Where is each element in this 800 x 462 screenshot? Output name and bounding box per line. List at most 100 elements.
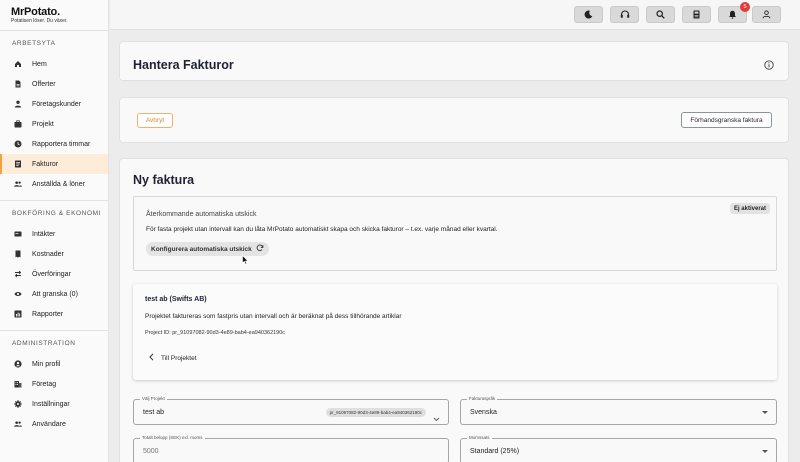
sidebar-item-intakter[interactable]: Intäkter (0, 224, 108, 244)
field-label: Välj Projekt (140, 396, 167, 401)
section-title: Ny faktura (133, 173, 195, 187)
configure-label: Konfigurera automatiska utskick (151, 245, 252, 253)
sidebar-item-label: Rapporter (32, 310, 64, 318)
sidebar-item-label: Överföringar (32, 270, 71, 278)
sidebar-item-label: Att granska (0) (32, 290, 78, 298)
project-id: Project ID: pr_91097082-90d3-4e89-bab4-e… (145, 330, 286, 336)
document-icon (14, 80, 22, 88)
section-title-arbetsyta: ARBETSYTA (12, 40, 56, 47)
sidebar-item-anstallda-loner[interactable]: Anställda & löner (0, 174, 108, 194)
dropdown-caret-icon (762, 450, 768, 453)
field-label: Momssats (467, 435, 492, 440)
chevron-down-icon[interactable] (433, 409, 440, 427)
sidebar-item-label: Fakturor (32, 160, 59, 168)
status-badge: Ej aktiverat (729, 203, 770, 214)
logo[interactable]: MrPotato. Potatisen löser. Du växer. (0, 0, 108, 31)
page-title: Hantera Fakturor (133, 58, 234, 72)
recurring-dispatch-box: Återkommande automatiska utskick För fas… (133, 196, 777, 271)
field-value: test ab (143, 409, 165, 416)
cash-register-button[interactable] (682, 6, 711, 23)
sidebar-item-foretag[interactable]: Företag (0, 374, 108, 394)
notifications-button[interactable]: 5 (718, 2, 750, 24)
sidebar-item-foretagskunder[interactable]: Företagskunder (0, 94, 108, 114)
field-label: Fakturaspråk (467, 396, 498, 401)
moon-icon (584, 6, 593, 24)
sidebar-item-overforingar[interactable]: Överföringar (0, 264, 108, 284)
sidebar-item-rapportera-timmar[interactable]: Rapportera timmar (0, 134, 108, 154)
dropdown-caret-icon (762, 411, 768, 414)
sidebar-item-projekt[interactable]: Projekt (0, 114, 108, 134)
eye-icon (14, 290, 22, 298)
sidebar-item-rapporter[interactable]: Rapporter (0, 304, 108, 324)
receipt-icon (14, 250, 22, 258)
sidebar-item-label: Anställda & löner (32, 180, 85, 188)
search-button[interactable] (646, 6, 675, 23)
project-name: test ab (Swifts AB) (145, 296, 207, 303)
bell-icon (728, 6, 737, 24)
sidebar-item-label: Inställningar (32, 400, 70, 408)
go-to-project-link[interactable]: Till Projektet (149, 353, 197, 363)
account-button[interactable] (752, 6, 781, 23)
support-button[interactable] (610, 6, 639, 23)
invoice-icon (14, 160, 22, 168)
project-select[interactable]: Välj Projekt test ab pr_91097082-90d3-4e… (133, 396, 449, 427)
field-value: Svenska (470, 409, 497, 416)
sidebar-item-min-profil[interactable]: Min profil (0, 354, 108, 374)
sidebar-item-fakturor[interactable]: Fakturor (0, 154, 108, 174)
logo-tagline: Potatisen löser. Du växer. (11, 18, 68, 24)
sidebar-item-hem[interactable]: Hem (0, 54, 108, 74)
sidebar: MrPotato. Potatisen löser. Du växer. ARB… (0, 0, 109, 462)
sidebar-item-installningar[interactable]: Inställningar (0, 394, 108, 414)
sidebar-item-att-granska[interactable]: Att granska (0) (0, 284, 108, 304)
register-icon (692, 6, 701, 24)
sidebar-item-anvandare[interactable]: Användare (0, 414, 108, 434)
building-icon (14, 380, 22, 388)
sidebar-item-label: Företag (32, 380, 57, 388)
sidebar-item-label: Offerter (32, 80, 56, 88)
field-label: Totalt belopp (SEK) exl. moms (140, 435, 205, 440)
user-icon (762, 6, 771, 24)
clock-icon (14, 140, 22, 148)
income-icon (14, 230, 22, 238)
sidebar-item-label: Företagskunder (32, 100, 82, 108)
refresh-icon (256, 244, 264, 254)
actions-card: Avbryt Förhandsgranska faktura (119, 97, 789, 143)
project-description: Projektet faktureras som fastpris utan i… (145, 313, 402, 320)
briefcase-icon (14, 120, 22, 128)
section-title-bokforing: BOKFÖRING & EKONOMI (12, 210, 102, 217)
configure-auto-dispatch-button[interactable]: Konfigurera automatiska utskick (146, 242, 269, 256)
chevron-left-icon (149, 353, 154, 363)
section-title-administration: ADMINISTRATION (12, 340, 76, 347)
dark-mode-button[interactable] (574, 6, 603, 23)
recurring-description: För fasta projekt utan intervall kan du … (146, 226, 498, 233)
mouse-cursor-icon (242, 252, 249, 270)
sidebar-item-kostnader[interactable]: Kostnader (0, 244, 108, 264)
page-header-card: Hantera Fakturor (119, 41, 789, 81)
chart-icon (14, 310, 22, 318)
sidebar-item-label: Hem (32, 60, 47, 68)
info-icon[interactable] (764, 57, 774, 75)
sidebar-item-label: Projekt (32, 120, 54, 128)
person-icon (14, 100, 22, 108)
logo-name: MrPotato. (11, 6, 60, 18)
home-icon (14, 60, 22, 68)
project-info-card: test ab (Swifts AB) Projektet faktureras… (133, 284, 777, 380)
total-amount-input[interactable]: Totalt belopp (SEK) exl. moms 5000 (133, 435, 449, 462)
search-icon (656, 6, 665, 24)
top-bar: 5 (110, 0, 800, 30)
vat-rate-select[interactable]: Momssats Standard (25%) (460, 435, 777, 462)
sidebar-item-offerter[interactable]: Offerter (0, 74, 108, 94)
sidebar-item-label: Rapportera timmar (32, 140, 91, 148)
field-value: 5000 (143, 448, 159, 455)
users-icon (14, 420, 22, 428)
field-value: Standard (25%) (470, 448, 520, 455)
gear-icon (14, 400, 22, 408)
new-invoice-card: Ny faktura Återkommande automatiska utsk… (119, 158, 789, 462)
user-circle-icon (14, 360, 22, 368)
invoice-language-select[interactable]: Fakturaspråk Svenska (460, 396, 777, 425)
preview-invoice-button[interactable]: Förhandsgranska faktura (681, 112, 772, 128)
recurring-title: Återkommande automatiska utskick (146, 211, 257, 218)
cancel-button[interactable]: Avbryt (137, 113, 173, 128)
transfer-icon (14, 270, 22, 278)
headset-icon (620, 6, 630, 24)
